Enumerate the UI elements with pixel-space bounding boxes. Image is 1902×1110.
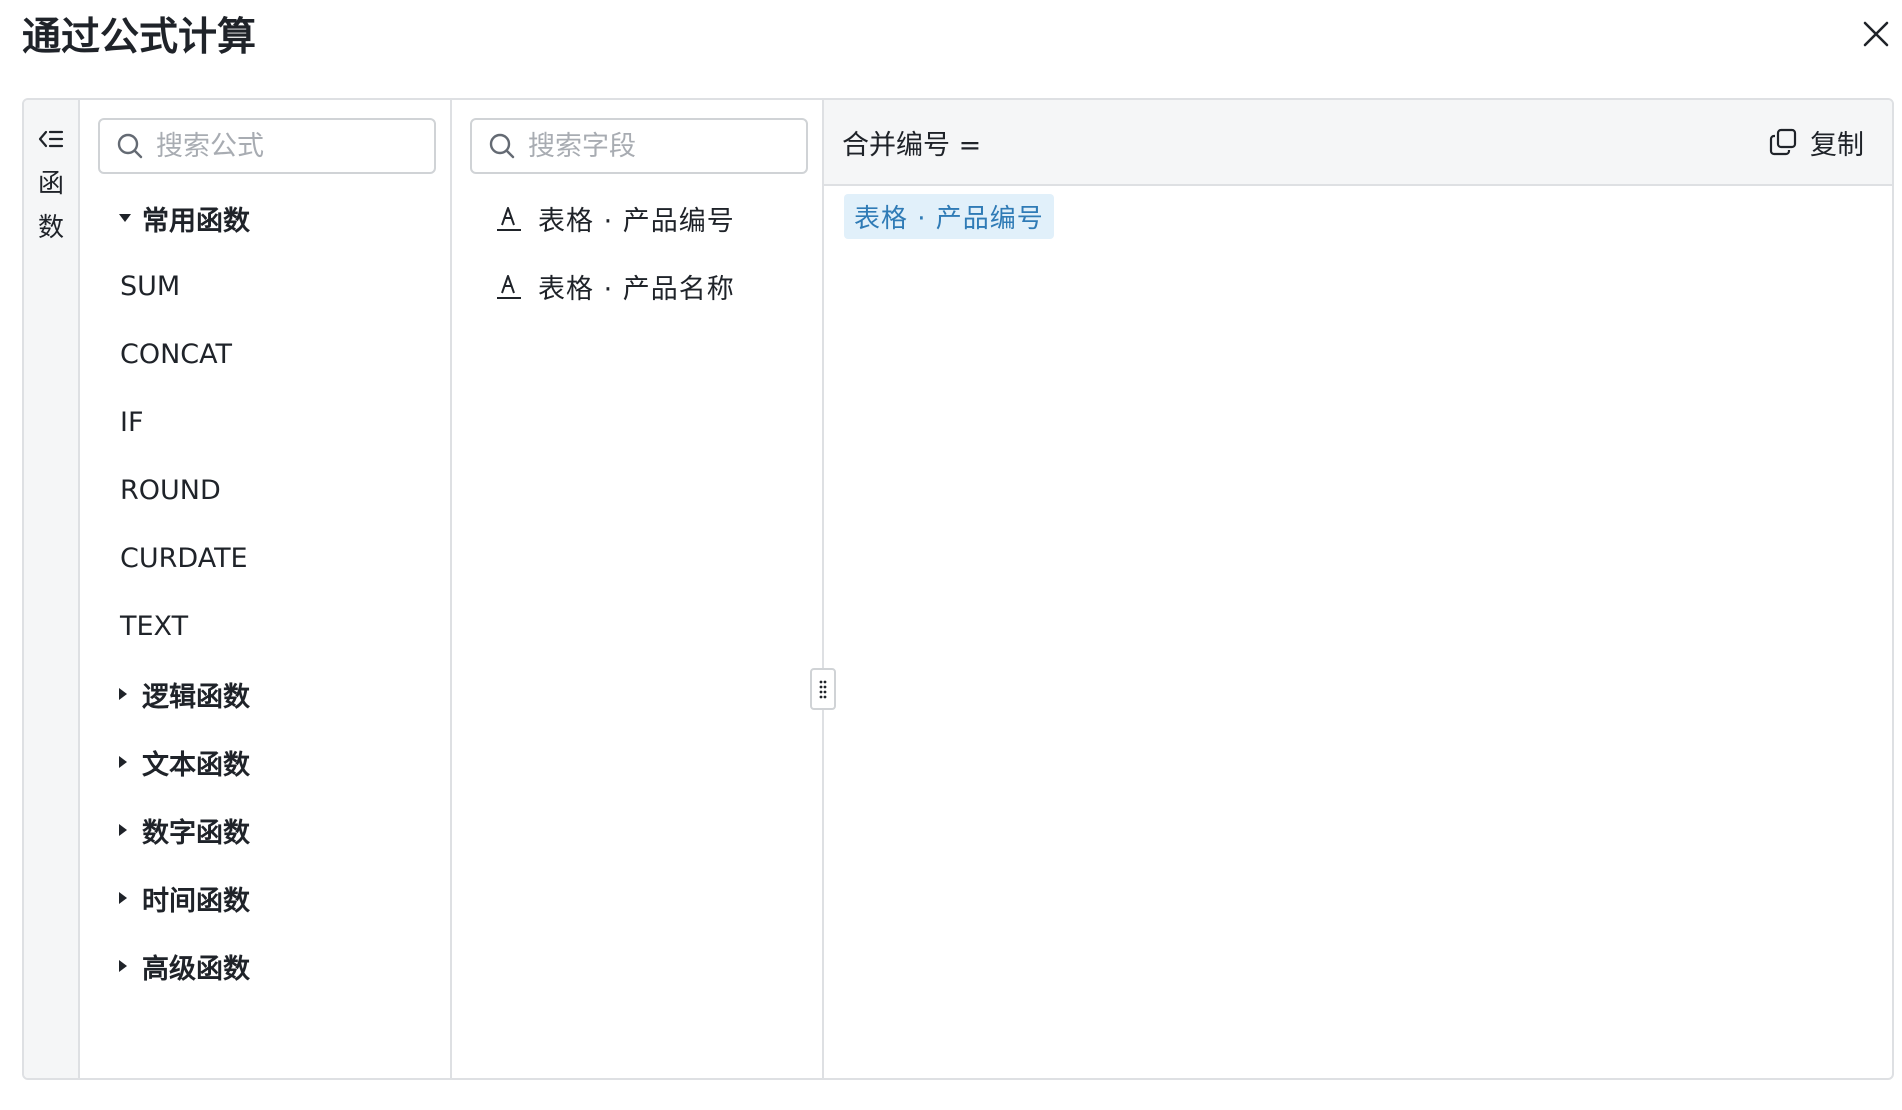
function-item-curdate[interactable]: CURDATE	[98, 524, 436, 592]
group-label: 逻辑函数	[142, 681, 250, 713]
field-search[interactable]	[470, 118, 808, 174]
group-time-functions[interactable]: 时间函数	[98, 864, 436, 932]
group-label: 高级函数	[142, 953, 250, 985]
field-search-input[interactable]	[528, 130, 788, 162]
copy-button[interactable]: 复制	[1768, 123, 1864, 162]
function-list: 常用函数 SUM CONCAT IF ROUND CURDATE TEXT 逻辑…	[98, 184, 436, 1000]
formula-dialog: 通过公式计算 函数 搜索公式 常用函数 SUM CONCAT IF ROUND …	[0, 0, 1902, 1110]
field-column: 表格 · 产品编号 表格 · 产品名称	[452, 100, 836, 1078]
function-item-if[interactable]: IF	[98, 388, 436, 456]
caret-right-icon	[98, 755, 138, 769]
field-list: 表格 · 产品编号 表格 · 产品名称	[470, 184, 808, 320]
field-item-product-name[interactable]: 表格 · 产品名称	[470, 252, 808, 320]
text-field-icon	[497, 207, 521, 231]
group-label: 时间函数	[142, 885, 250, 917]
function-item-round[interactable]: ROUND	[98, 456, 436, 524]
formula-name: 合并编号 =	[842, 129, 982, 161]
group-label: 常用函数	[142, 205, 250, 237]
function-item-concat[interactable]: CONCAT	[98, 320, 436, 388]
search-icon	[117, 133, 143, 159]
copy-label: 复制	[1810, 129, 1864, 161]
collapse-list-icon	[38, 130, 64, 148]
collapse-rail-button[interactable]	[31, 122, 71, 156]
caret-right-icon	[98, 687, 138, 701]
function-search[interactable]	[98, 118, 436, 174]
caret-right-icon	[98, 891, 138, 905]
function-item-sum[interactable]: SUM	[98, 252, 436, 320]
caret-down-icon	[98, 213, 138, 223]
search-icon	[489, 133, 515, 159]
formula-editor: 合并编号 = 复制 表格 · 产品编号	[824, 100, 1892, 1078]
drag-handle-icon	[819, 680, 827, 699]
column-resize-handle[interactable]	[810, 668, 836, 710]
group-common-functions[interactable]: 常用函数	[98, 184, 436, 252]
close-button[interactable]	[1856, 14, 1896, 54]
rail-label: 函数	[37, 169, 64, 243]
dialog-title: 通过公式计算	[22, 15, 257, 60]
copy-icon	[1769, 128, 1797, 156]
field-label: 表格 · 产品名称	[538, 273, 735, 305]
function-column: 常用函数 SUM CONCAT IF ROUND CURDATE TEXT 逻辑…	[80, 100, 452, 1078]
function-search-input[interactable]	[156, 130, 416, 162]
group-label: 数字函数	[142, 817, 250, 849]
group-label: 文本函数	[142, 749, 250, 781]
caret-right-icon	[98, 823, 138, 837]
field-item-product-code[interactable]: 表格 · 产品编号	[470, 184, 808, 252]
field-label: 表格 · 产品编号	[538, 205, 735, 237]
group-text-functions[interactable]: 文本函数	[98, 728, 436, 796]
caret-right-icon	[98, 959, 138, 973]
field-token[interactable]: 表格 · 产品编号	[844, 194, 1054, 239]
formula-input-area[interactable]: 表格 · 产品编号	[824, 186, 1892, 1078]
group-advanced-functions[interactable]: 高级函数	[98, 932, 436, 1000]
group-logic-functions[interactable]: 逻辑函数	[98, 660, 436, 728]
group-number-functions[interactable]: 数字函数	[98, 796, 436, 864]
formula-panel: 函数 常用函数 SUM CONCAT IF R	[22, 98, 1894, 1080]
text-field-icon	[497, 275, 521, 299]
editor-header: 合并编号 = 复制	[824, 100, 1892, 186]
function-item-text[interactable]: TEXT	[98, 592, 436, 660]
function-rail: 函数	[24, 100, 80, 1078]
close-icon	[1863, 21, 1889, 47]
